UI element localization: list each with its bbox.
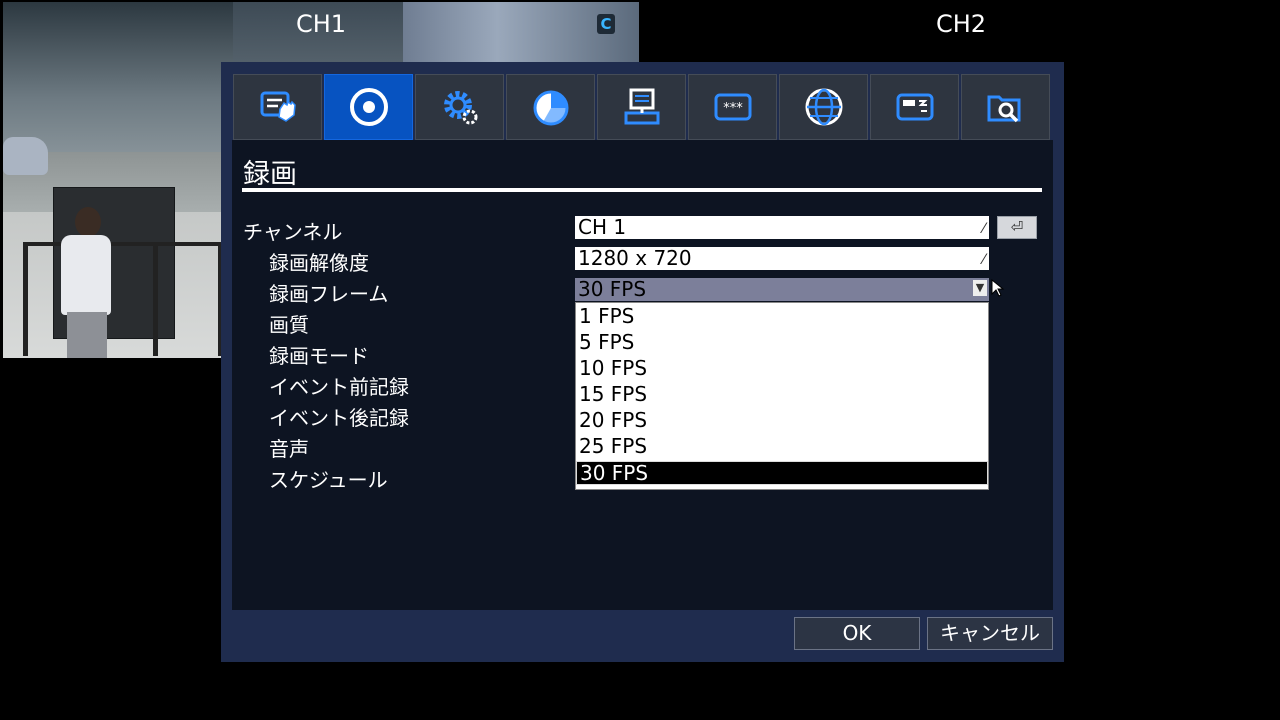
storage-icon [896,93,933,121]
tab-network[interactable] [779,74,868,140]
dropdown-option[interactable]: 5 FPS [576,329,988,355]
pie-chart-icon [533,90,568,126]
parked-car [3,137,48,175]
tab-password[interactable]: *** [688,74,777,140]
ok-button[interactable]: OK [794,617,920,650]
svg-text:***: *** [723,101,743,116]
quality-label: 画質 [269,313,309,337]
edit-icon: ⁄ [982,252,985,268]
frame-rate-select[interactable]: 30 FPS ▼ [575,278,989,301]
channel-select[interactable]: CH 1 ⁄ [575,216,989,239]
tab-settings[interactable] [415,74,504,140]
resolution-label: 録画解像度 [269,251,369,275]
enter-button[interactable]: ⏎ [997,216,1037,239]
mouse-cursor-icon [991,279,1005,297]
channel-label-ch2: CH2 [936,10,987,38]
record-mode-label: 録画モード [269,344,369,368]
tab-statistics[interactable] [506,74,595,140]
dropdown-option[interactable]: 20 FPS [576,407,988,433]
record-disc-icon [349,88,388,126]
search-folder-icon [987,95,1020,123]
camera-status-badge: C [597,14,615,34]
hand-menu-icon [260,91,296,122]
gear-icon [443,91,477,125]
audio-label: 音声 [269,437,309,461]
channel-value: CH 1 [578,215,627,239]
pedestrian [53,207,123,358]
dropdown-option[interactable]: 10 FPS [576,355,988,381]
tab-menu[interactable] [233,74,322,140]
title-divider [242,188,1042,192]
page-title: 録画 [243,159,297,190]
dropdown-option[interactable]: 15 FPS [576,381,988,407]
resolution-select[interactable]: 1280 x 720 ⁄ [575,247,989,270]
channel-label-ch1: CH1 [296,10,347,38]
frame-rate-label: 録画フレーム [269,282,389,306]
dropdown-option-selected[interactable]: 30 FPS [576,461,988,485]
globe-icon [805,88,842,126]
dropdown-arrow-icon[interactable]: ▼ [973,280,987,296]
record-settings-dialog: *** 録画 チャンネル 録画解像度 録画フレーム 画質 録画モード イベント前… [221,62,1064,662]
post-event-label: イベント後記録 [269,406,409,430]
tab-record[interactable] [324,74,413,140]
resolution-value: 1280 x 720 [578,246,692,270]
menu-tab-bar: *** [233,74,1053,140]
edit-icon: ⁄ [982,221,985,237]
pre-event-label: イベント前記録 [269,375,409,399]
password-icon: *** [714,93,751,121]
frame-rate-value: 30 FPS [578,277,647,301]
frame-rate-dropdown-list: 1 FPS 5 FPS 10 FPS 15 FPS 20 FPS 25 FPS … [575,302,989,490]
settings-panel: 録画 チャンネル 録画解像度 録画フレーム 画質 録画モード イベント前記録 イ… [232,140,1053,610]
cancel-button[interactable]: キャンセル [927,617,1053,650]
tab-search[interactable] [961,74,1050,140]
tab-storage[interactable] [870,74,959,140]
computer-icon [624,88,659,125]
schedule-label: スケジュール [269,468,388,492]
tab-system[interactable] [597,74,686,140]
dropdown-option[interactable]: 1 FPS [576,303,988,329]
dropdown-option[interactable]: 25 FPS [576,433,988,459]
channel-label: チャンネル [243,220,343,244]
